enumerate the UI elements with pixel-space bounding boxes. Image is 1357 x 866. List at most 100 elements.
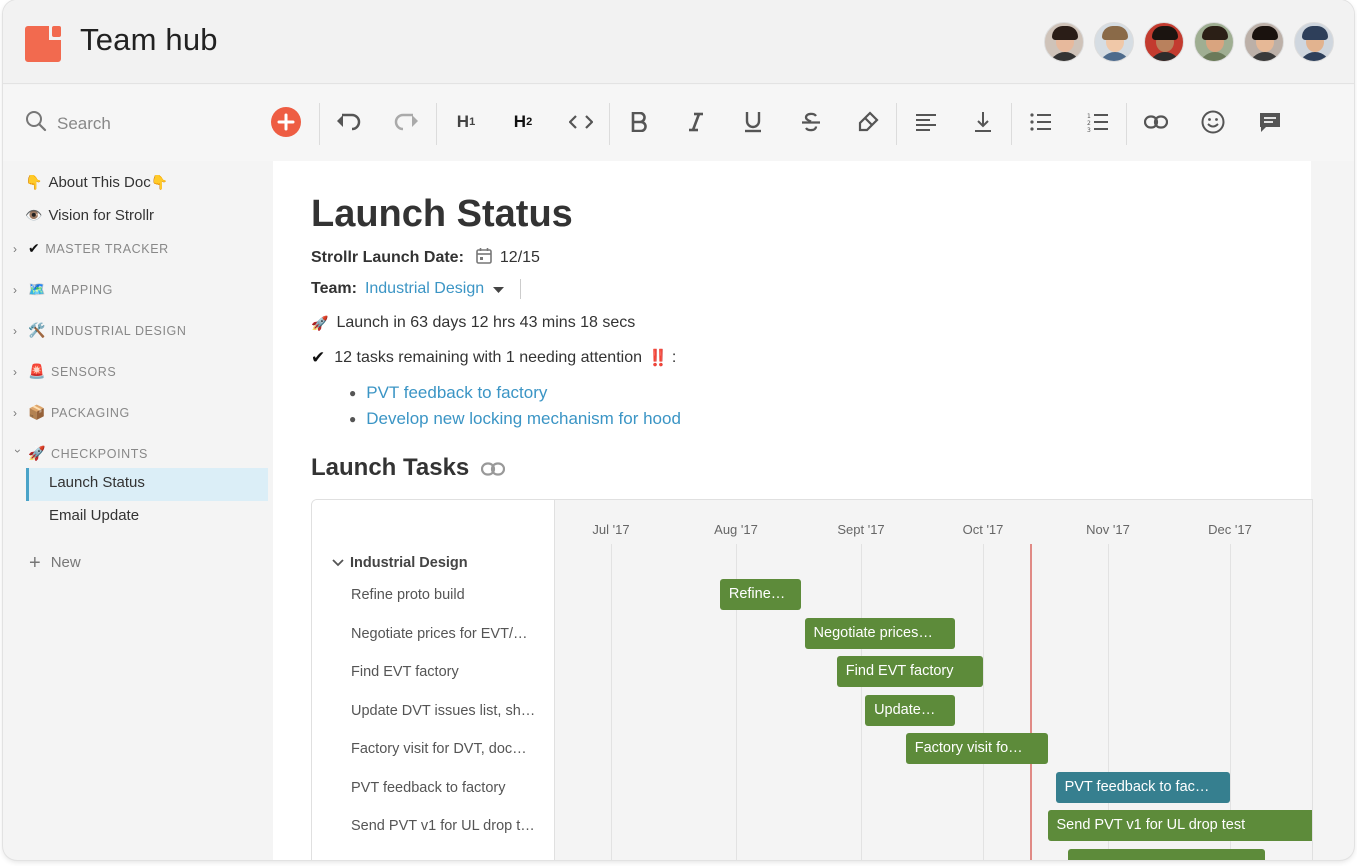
sidebar-section-label: MASTER TRACKER — [45, 241, 169, 256]
search-placeholder: Search — [57, 113, 111, 133]
gantt-task-name[interactable]: Update DVT issues list, sh… — [351, 703, 535, 719]
gantt-task-name[interactable]: Find EVT factory — [351, 664, 459, 680]
italic-icon[interactable] — [679, 105, 713, 139]
gantt-task-bar[interactable]: Find EVT factory — [836, 656, 983, 687]
numbered-list-icon[interactable]: 123 — [1081, 105, 1115, 139]
add-button[interactable] — [269, 105, 303, 139]
page-title[interactable]: Launch Status — [311, 193, 573, 236]
toolbar-divider — [896, 103, 897, 145]
emoji-icon[interactable] — [1196, 105, 1230, 139]
search-box[interactable]: Search — [25, 110, 111, 137]
team-select-value[interactable]: Industrial Design — [365, 280, 484, 298]
link-icon[interactable] — [1139, 105, 1173, 139]
gantt-group-header[interactable]: Industrial Design — [332, 555, 468, 571]
gantt-task-name[interactable]: Send PVT v1 for UL drop t… — [351, 818, 535, 834]
sidebar-section-industrial-design[interactable]: › 🛠️ INDUSTRIAL DESIGN — [13, 322, 187, 339]
bulleted-list-icon[interactable] — [1024, 105, 1058, 139]
gantt-task-list: Industrial Design Refine proto build Nego… — [312, 500, 555, 860]
gantt-task-name[interactable]: PVT feedback to factory — [351, 780, 505, 796]
map-icon: 🗺️ — [28, 281, 47, 297]
siren-icon: 🚨 — [28, 363, 47, 379]
sidebar-item-launch-status[interactable]: Launch Status — [49, 474, 145, 491]
strikethrough-icon[interactable] — [794, 105, 828, 139]
sidebar-item-email-update[interactable]: Email Update — [49, 507, 139, 524]
gantt-task-bar[interactable]: PVT feedback to fac… — [1055, 771, 1230, 803]
app-logo-icon[interactable] — [25, 26, 61, 62]
gantt-gridline — [983, 544, 984, 860]
toolbar-divider — [319, 103, 320, 145]
gantt-task-bar[interactable]: Refine… — [719, 579, 801, 610]
gantt-task-bar[interactable]: Negotiate prices… — [804, 617, 955, 649]
search-icon — [25, 110, 47, 137]
new-page-button[interactable]: + New — [29, 553, 81, 573]
chevron-down-icon[interactable]: › — [11, 449, 25, 459]
chevron-right-icon[interactable]: › — [13, 406, 23, 420]
underline-icon[interactable] — [736, 105, 770, 139]
gantt-gridline — [861, 544, 862, 860]
avatar-3[interactable] — [1144, 22, 1184, 62]
gantt-task-bar[interactable]: Send PVT v1 for UL drop test — [1047, 810, 1312, 841]
package-icon: 📦 — [28, 404, 47, 420]
tasks-summary-row: ✔ 12 tasks remaining with 1 needing atte… — [311, 348, 676, 368]
sidebar-section-label: INDUSTRIAL DESIGN — [51, 323, 187, 338]
title-bar: Team hub — [3, 0, 1354, 84]
launch-date-value[interactable]: 12/15 — [500, 249, 540, 267]
chevron-right-icon[interactable]: › — [13, 283, 23, 297]
eye-icon: 👁️ — [25, 207, 43, 223]
task-link[interactable]: PVT feedback to factory — [366, 383, 547, 403]
avatar-5[interactable] — [1244, 22, 1284, 62]
pointing-down-icon: 👇 — [150, 174, 169, 190]
sidebar-section-packaging[interactable]: › 📦 PACKAGING — [13, 404, 130, 421]
sidebar-item-label: Email Update — [49, 507, 140, 524]
check-icon: ✔ — [311, 348, 326, 367]
avatar-1[interactable] — [1044, 22, 1084, 62]
gantt-task-bar[interactable] — [1067, 848, 1266, 860]
calendar-icon[interactable] — [476, 247, 492, 269]
code-icon[interactable] — [564, 105, 598, 139]
sidebar-section-checkpoints[interactable]: › 🚀 CHECKPOINTS — [11, 445, 148, 462]
sidebar-section-master-tracker[interactable]: › ✔ MASTER TRACKER — [13, 240, 169, 257]
sidebar-item-vision[interactable]: 👁️ Vision for Strollr — [25, 207, 154, 224]
gantt-month-label: Oct '17 — [962, 522, 1004, 537]
task-link[interactable]: Develop new locking mechanism for hood — [366, 409, 681, 429]
countdown-row: 🚀 Launch in 63 days 12 hrs 43 mins 18 se… — [311, 314, 635, 332]
gantt-task-bar[interactable]: Factory visit fo… — [905, 733, 1048, 764]
avatar-2[interactable] — [1094, 22, 1134, 62]
redo-icon[interactable] — [389, 105, 423, 139]
sidebar-section-label: CHECKPOINTS — [51, 446, 148, 461]
chevron-right-icon[interactable]: › — [13, 365, 23, 379]
team-row: Team: Industrial Design — [311, 279, 522, 299]
comment-icon[interactable] — [1253, 105, 1287, 139]
gantt-month-label: Jul '17 — [592, 522, 630, 537]
chevron-right-icon[interactable]: › — [13, 242, 23, 256]
bullet-dot: ● — [349, 412, 357, 426]
list-item: ● PVT feedback to factory — [349, 383, 547, 403]
chevron-right-icon[interactable]: › — [13, 324, 23, 338]
bold-icon[interactable] — [622, 105, 656, 139]
gantt-task-name[interactable]: Factory visit for DVT, doc… — [351, 741, 527, 757]
caret-down-icon[interactable] — [493, 281, 505, 299]
chevron-down-icon[interactable] — [332, 555, 344, 571]
link-icon[interactable] — [481, 455, 506, 483]
heading-1-button[interactable]: H1 — [449, 105, 483, 139]
undo-icon[interactable] — [332, 105, 366, 139]
gantt-timeline: Jul '17 Aug '17 Sept '17 Oct '17 Nov '17 Dec … — [555, 500, 1312, 860]
highlight-icon[interactable] — [851, 105, 885, 139]
align-left-icon[interactable] — [909, 105, 943, 139]
sidebar-section-sensors[interactable]: › 🚨 SENSORS — [13, 363, 116, 380]
align-bottom-icon[interactable] — [966, 105, 1000, 139]
gantt-task-name[interactable]: Negotiate prices for EVT/… — [351, 626, 528, 642]
pointing-down-icon: 👇 — [25, 174, 43, 190]
gantt-task-bar[interactable]: Update… — [865, 694, 955, 726]
heading-2-button[interactable]: H2 — [506, 105, 540, 139]
sidebar-section-mapping[interactable]: › 🗺️ MAPPING — [13, 281, 113, 298]
collaborator-avatars — [1044, 22, 1334, 62]
gantt-task-name[interactable]: Refine proto build — [351, 587, 465, 603]
sidebar-item-label: Vision for Strollr — [48, 207, 155, 224]
sidebar-item-about[interactable]: 👇 About This Doc 👇 — [25, 174, 168, 191]
rocket-icon: 🚀 — [311, 314, 329, 331]
section-title: Launch Tasks — [311, 454, 470, 481]
avatar-6[interactable] — [1294, 22, 1334, 62]
avatar-4[interactable] — [1194, 22, 1234, 62]
tools-icon: 🛠️ — [28, 322, 47, 338]
